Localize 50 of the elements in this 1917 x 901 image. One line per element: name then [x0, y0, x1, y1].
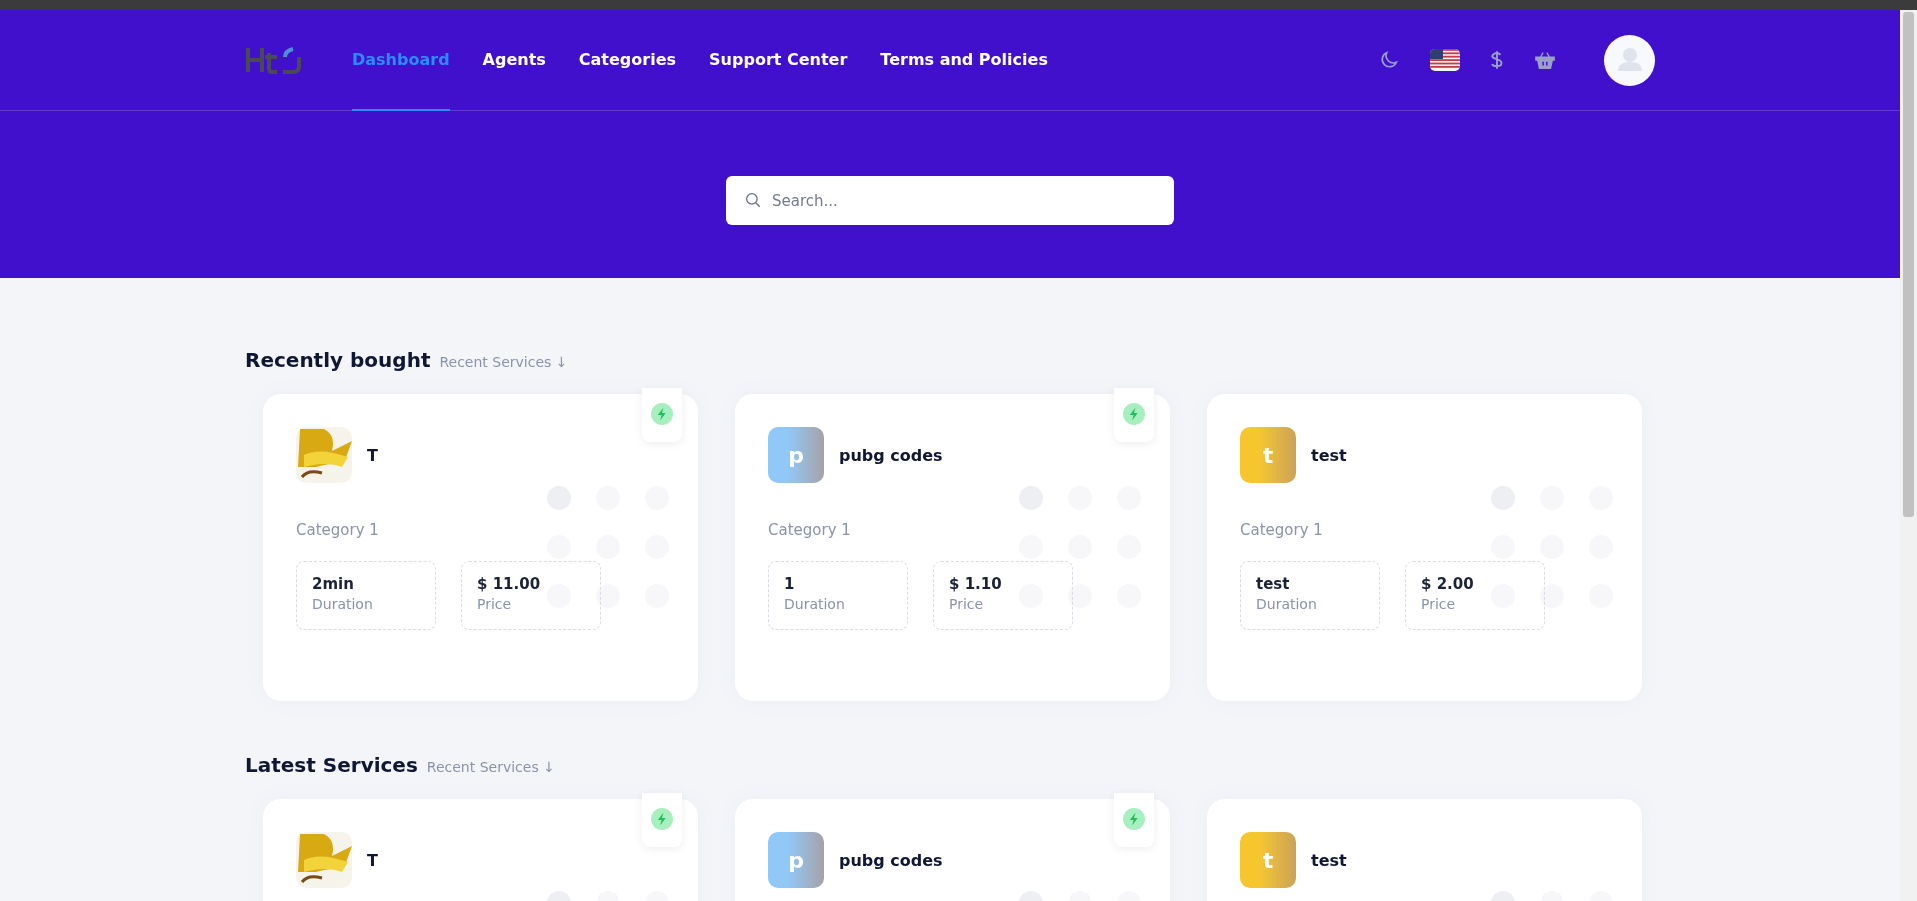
lightning-icon [651, 403, 673, 425]
service-letter-avatar: t [1240, 832, 1296, 888]
service-card[interactable]: p pubg codes Category 1 1 Duration $ 1.10 Price [735, 394, 1170, 701]
nav-link[interactable]: Agents [482, 10, 546, 111]
service-card[interactable]: T [263, 799, 698, 901]
service-letter-avatar: t [1240, 427, 1296, 483]
service-card[interactable]: T Category 1 2min Duration $ 11.00 Price [263, 394, 698, 701]
scrollbar[interactable] [1900, 10, 1917, 901]
moon-icon[interactable] [1378, 49, 1400, 71]
user-avatar[interactable] [1604, 34, 1655, 86]
price-value: $ 11.00 [477, 575, 542, 593]
nav-link[interactable]: Terms and Policies [880, 10, 1048, 111]
service-image [296, 427, 352, 483]
section-title: Recently bought [245, 348, 431, 372]
price-label: Price [477, 596, 513, 612]
service-name: test [1311, 850, 1347, 870]
duration-value: 2min [312, 575, 355, 593]
service-image [296, 832, 352, 888]
service-card[interactable]: p pubg codes [735, 799, 1170, 901]
service-letter-avatar: p [768, 832, 824, 888]
price-value: $ 1.10 [949, 575, 1003, 593]
service-name: T [367, 850, 378, 870]
section-title: Latest Services [245, 753, 418, 777]
service-name: pubg codes [839, 445, 943, 465]
category-label: Category 1 [296, 521, 380, 539]
nav-link[interactable]: Support Center [709, 10, 848, 111]
dollar-icon[interactable] [1490, 49, 1504, 71]
price-value: $ 2.00 [1421, 575, 1475, 593]
duration-label: Duration [784, 596, 846, 612]
duration-label: Duration [312, 596, 374, 612]
us-flag-icon[interactable] [1430, 49, 1460, 71]
service-card[interactable]: t test [1207, 799, 1642, 901]
service-card[interactable]: t test Category 1 test Duration $ 2.00 Price [1207, 394, 1642, 701]
lightning-icon [1123, 403, 1145, 425]
duration-value: 1 [784, 575, 796, 593]
service-letter-avatar: p [768, 427, 824, 483]
category-label: Category 1 [768, 521, 852, 539]
service-name: test [1311, 445, 1347, 465]
price-label: Price [949, 596, 985, 612]
duration-label: Duration [1256, 596, 1318, 612]
lightning-icon [651, 808, 673, 830]
category-label: Category 1 [1240, 521, 1324, 539]
service-name: pubg codes [839, 850, 943, 870]
service-name: T [367, 445, 378, 465]
search-field[interactable]: Search... [726, 176, 1174, 225]
price-label: Price [1421, 596, 1457, 612]
duration-value: test [1256, 575, 1291, 593]
nav-link[interactable]: Categories [578, 10, 677, 111]
basket-icon[interactable] [1534, 49, 1556, 71]
lightning-icon [1123, 808, 1145, 830]
